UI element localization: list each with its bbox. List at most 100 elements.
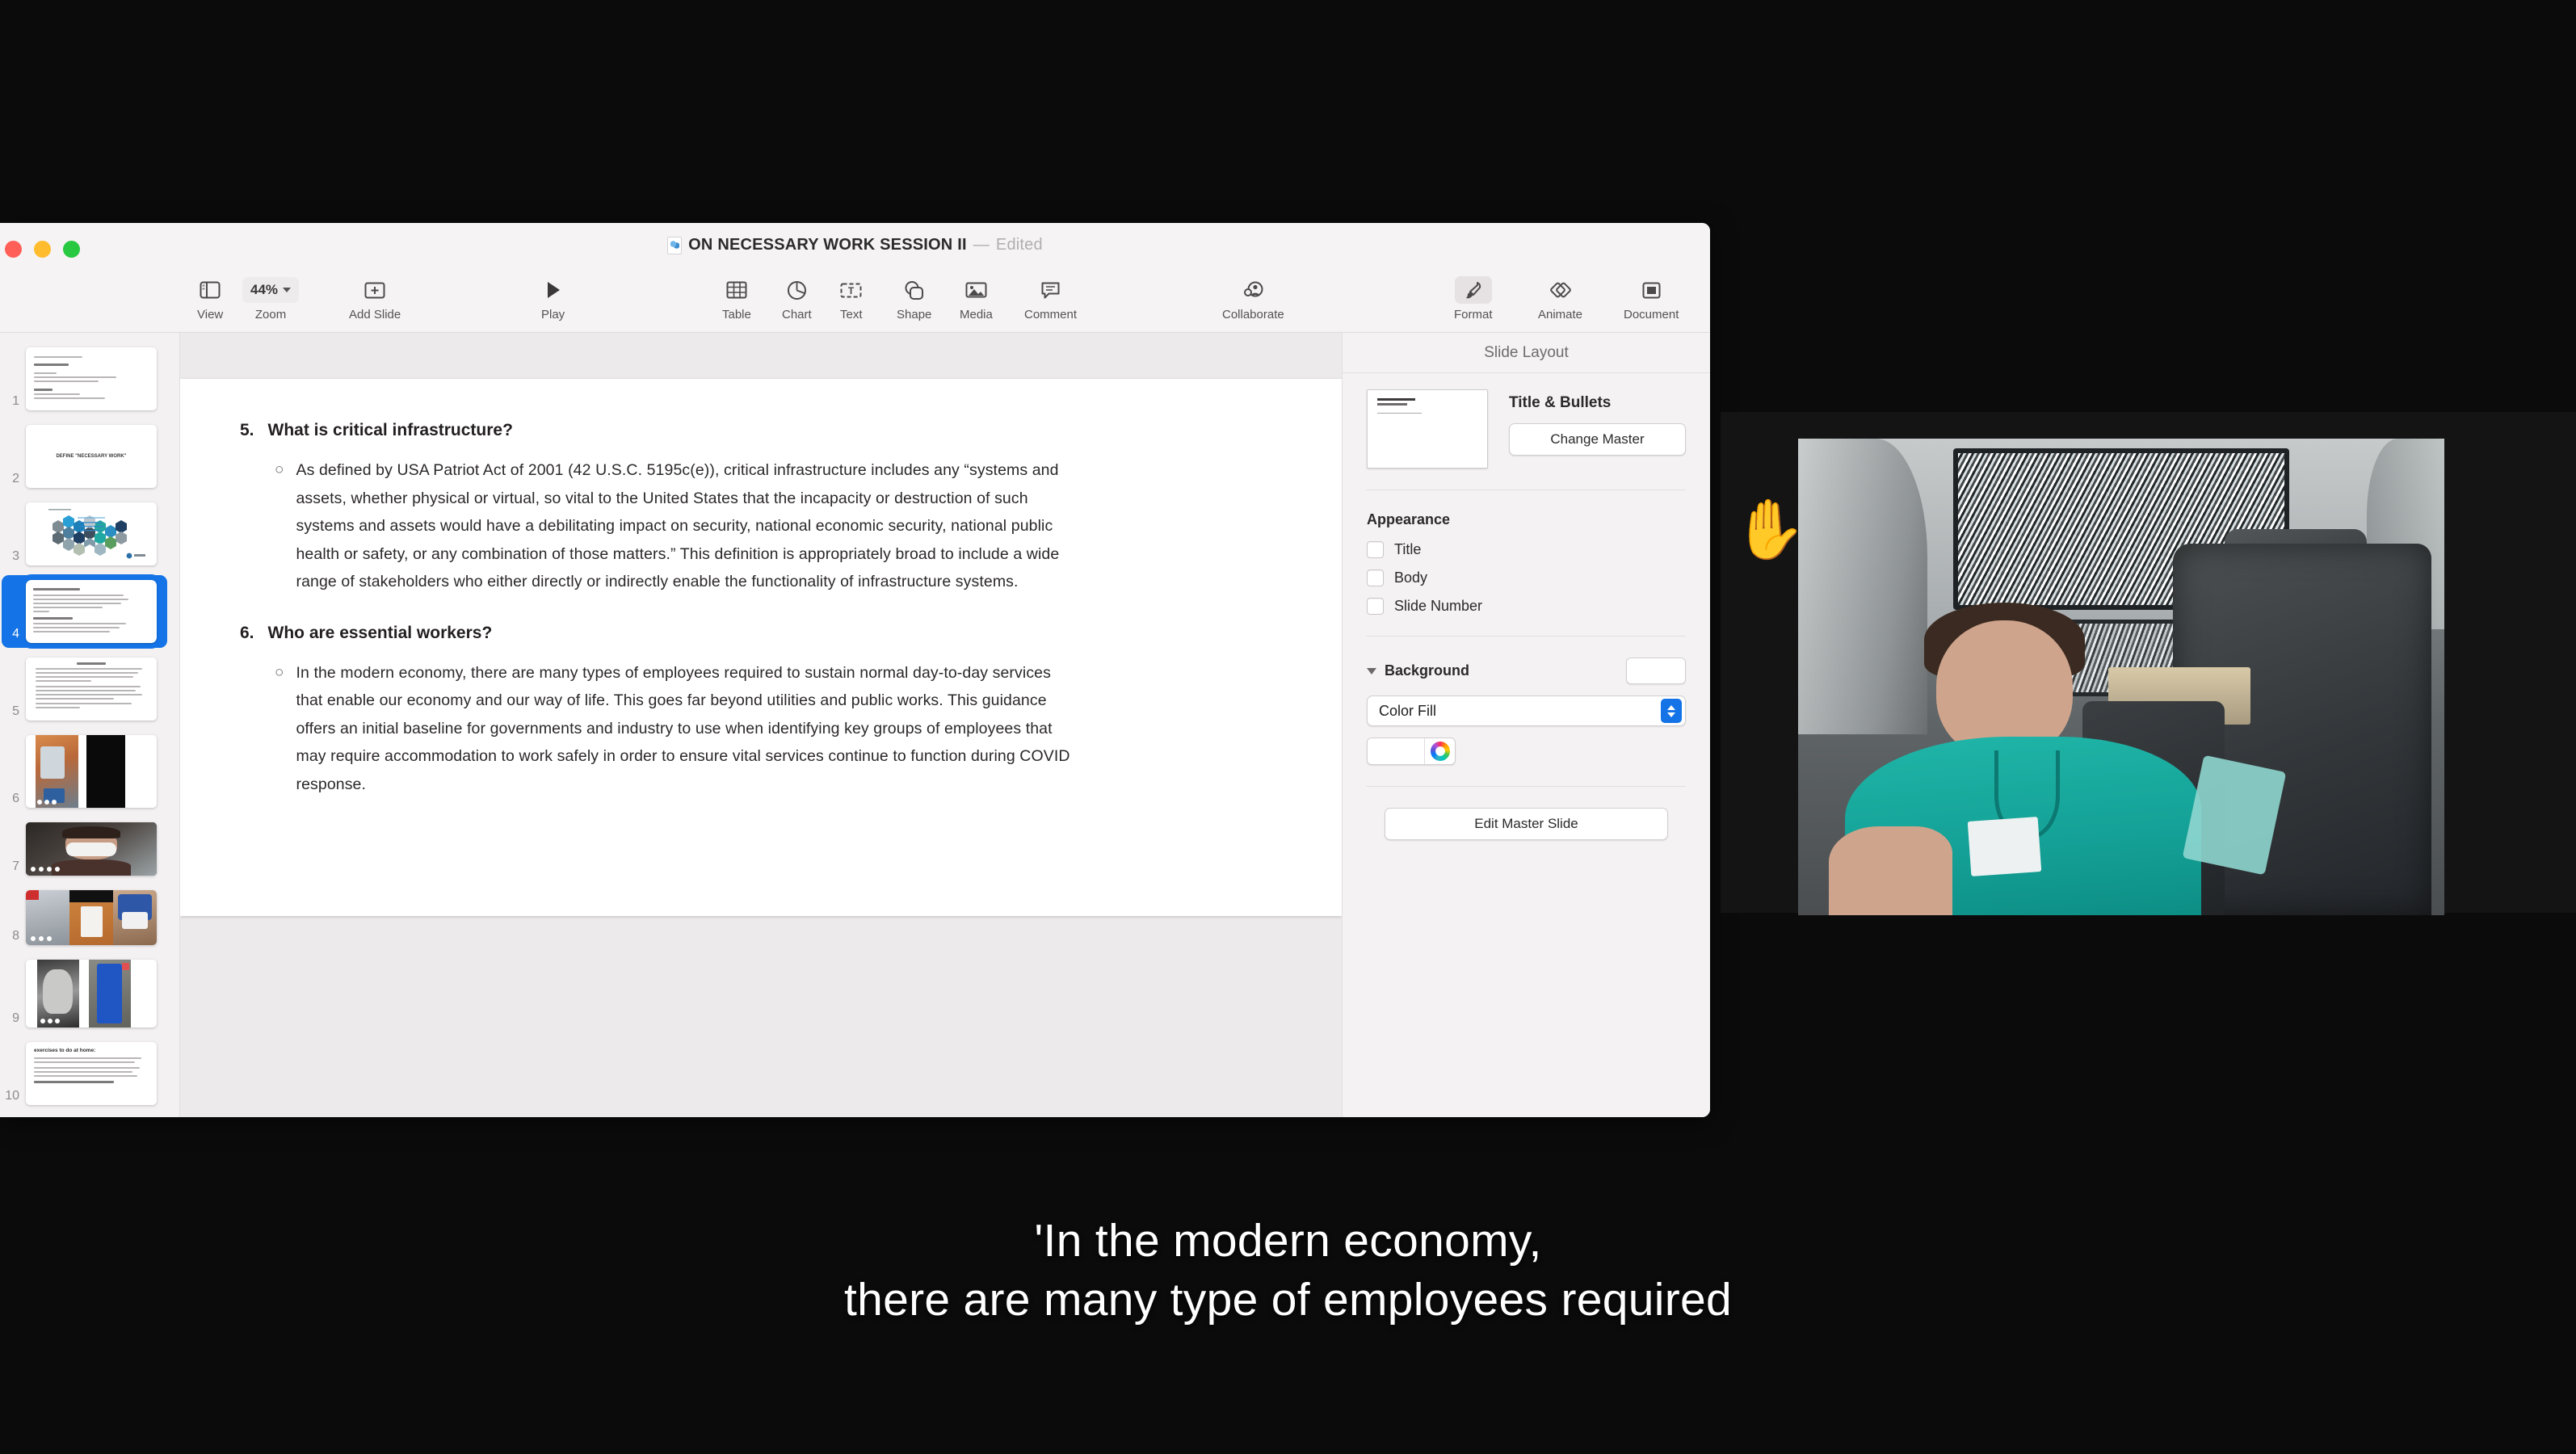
- background-section: Background Color Fill: [1343, 658, 1710, 765]
- stepper-arrows-icon[interactable]: [1661, 699, 1682, 723]
- toolbar-collaborate-button[interactable]: Collaborate: [1222, 276, 1284, 321]
- thumbnail-photo: [36, 735, 78, 808]
- slide-thumbnail-row[interactable]: 10 exercises to do at home:: [0, 1042, 179, 1105]
- checkbox[interactable]: [1367, 541, 1384, 558]
- slide-bullet-row: ○ As defined by USA Patriot Act of 2001 …: [275, 456, 1282, 596]
- toolbar-animate-button[interactable]: Animate: [1538, 276, 1582, 321]
- title-separator: —: [973, 236, 990, 254]
- slide-navigator[interactable]: 1 2 DEFINE "NECESSARY WORK" 3 4 5 6 7 8 …: [0, 333, 180, 1117]
- slide-body-text: In the modern economy, there are many ty…: [296, 663, 1070, 793]
- disclosure-triangle-icon[interactable]: [1367, 667, 1376, 674]
- inspector-title: Slide Layout: [1343, 333, 1710, 373]
- slide-heading-row: 6. Who are essential workers?: [240, 624, 1282, 643]
- change-master-button[interactable]: Change Master: [1509, 423, 1686, 456]
- slide-thumbnail[interactable]: [26, 735, 157, 808]
- edit-master-slide-button[interactable]: Edit Master Slide: [1385, 808, 1668, 840]
- appearance-heading: Appearance: [1367, 511, 1451, 527]
- toolbar-zoom-label: Zoom: [254, 308, 287, 321]
- slide-number: 2: [12, 472, 19, 485]
- window-titlebar: ON NECESSARY WORK SESSION II — Edited: [0, 223, 1710, 271]
- document-title-text: ON NECESSARY WORK SESSION II: [688, 236, 967, 254]
- zoom-pill[interactable]: 44%: [242, 277, 300, 303]
- thumbnail-photo: [89, 960, 131, 1027]
- toolbar-comment-button[interactable]: Comment: [1024, 276, 1077, 321]
- slide-block: 5. What is critical infrastructure? ○ As…: [240, 421, 1282, 596]
- toolbar-shape-button[interactable]: Shape: [897, 276, 931, 321]
- slide-thumbnail[interactable]: [26, 658, 157, 721]
- slide-thumbnail[interactable]: [26, 960, 157, 1027]
- participant-video-tile[interactable]: ✋: [1721, 412, 2576, 915]
- slide-thumbnail-row[interactable]: 2 DEFINE "NECESSARY WORK": [0, 425, 179, 488]
- slide-thumbnail[interactable]: [26, 502, 157, 565]
- appearance-option-title[interactable]: Title: [1367, 541, 1686, 558]
- toolbar-text-button[interactable]: T Text: [840, 276, 863, 321]
- background-color-control[interactable]: [1367, 738, 1456, 765]
- appearance-option-body[interactable]: Body: [1367, 569, 1686, 586]
- slide-thumbnail[interactable]: [26, 347, 157, 410]
- master-preview-thumbnail[interactable]: [1367, 389, 1488, 469]
- toolbar-text-label: Text: [840, 308, 863, 321]
- toolbar-play-button[interactable]: Play: [541, 276, 565, 321]
- color-well[interactable]: [1368, 738, 1424, 764]
- color-wheel-button[interactable]: [1424, 738, 1455, 764]
- format-inspector-panel[interactable]: Slide Layout Title & Bullets Change Mast…: [1342, 333, 1710, 1117]
- slide-thumbnail[interactable]: exercises to do at home:: [26, 1042, 157, 1105]
- screen-share-stage: ON NECESSARY WORK SESSION II — Edited Vi…: [0, 0, 2576, 1454]
- toolbar-chart-button[interactable]: Chart: [782, 276, 812, 321]
- slide-thumbnail-row[interactable]: 1: [0, 347, 179, 410]
- toolbar-table-button[interactable]: Table: [722, 276, 751, 321]
- slide-body-text: As defined by USA Patriot Act of 2001 (4…: [296, 461, 1060, 590]
- slide-thumbnail-row[interactable]: 8: [0, 890, 179, 945]
- main-toolbar: View 44% Zoom Add Slide Play Table Chart…: [0, 271, 1710, 333]
- toolbar-media-button[interactable]: Media: [960, 276, 993, 321]
- appearance-option-slide-number[interactable]: Slide Number: [1367, 598, 1686, 615]
- color-wheel-icon: [1430, 742, 1450, 761]
- caption-line-1: 'In the modern economy,: [1034, 1215, 1542, 1267]
- bullet-marker-icon: ○: [275, 461, 284, 478]
- checkbox-label: Body: [1394, 569, 1428, 586]
- table-grid-icon: [726, 276, 747, 304]
- slide-heading-number: 6.: [240, 623, 254, 642]
- slide-number: 3: [12, 549, 19, 563]
- toolbar-zoom-control[interactable]: 44% Zoom: [242, 276, 300, 321]
- toolbar-document-label: Document: [1624, 308, 1679, 321]
- caption-line-2: there are many type of employees require…: [843, 1273, 1733, 1326]
- slide-number: 9: [12, 1011, 19, 1025]
- slide-thumbnail-row[interactable]: 9: [0, 960, 179, 1027]
- divider: [1367, 786, 1686, 787]
- slide-thumbnail-row[interactable]: 7: [0, 822, 179, 876]
- toolbar-format-button[interactable]: Format: [1454, 276, 1493, 321]
- background-fill-value: Color Fill: [1379, 702, 1437, 719]
- document-title[interactable]: ON NECESSARY WORK SESSION II — Edited: [0, 236, 1710, 254]
- slide-thumbnail-row[interactable]: 5: [0, 658, 179, 721]
- toolbar-document-button[interactable]: Document: [1624, 276, 1679, 321]
- current-slide[interactable]: 5. What is critical infrastructure? ○ As…: [180, 379, 1342, 916]
- slide-thumbnail-row[interactable]: 6: [0, 735, 179, 808]
- slide-number: 8: [12, 929, 19, 943]
- checkbox[interactable]: [1367, 569, 1384, 586]
- background-fill-select[interactable]: Color Fill: [1367, 695, 1686, 726]
- checkbox-label: Title: [1394, 541, 1422, 557]
- toolbar-animate-label: Animate: [1538, 308, 1583, 321]
- diamonds-icon: [1549, 276, 1571, 304]
- toolbar-view-label: View: [197, 308, 224, 321]
- slide-thumbnail[interactable]: [26, 890, 157, 945]
- edited-badge: Edited: [995, 236, 1043, 254]
- slide-bullet-row: ○ In the modern economy, there are many …: [275, 659, 1282, 799]
- toolbar-view-button[interactable]: View: [197, 276, 223, 321]
- slide-number: 5: [12, 704, 19, 718]
- checkbox[interactable]: [1367, 598, 1384, 615]
- slide-thumbnail[interactable]: [20, 574, 162, 649]
- slide-heading-text: Who are essential workers?: [267, 623, 493, 642]
- slide-thumbnail-row[interactable]: 3: [0, 502, 179, 565]
- slide-canvas-area[interactable]: 5. What is critical infrastructure? ○ As…: [180, 333, 1342, 1117]
- slide-thumbnail[interactable]: DEFINE "NECESSARY WORK": [26, 425, 157, 488]
- slide-number: 4: [12, 627, 19, 641]
- toolbar-add-slide-button[interactable]: Add Slide: [349, 276, 401, 321]
- slide-thumbnail-row-selected[interactable]: 4: [0, 574, 179, 649]
- edit-master-section: Edit Master Slide: [1343, 808, 1710, 840]
- toolbar-play-label: Play: [541, 308, 565, 321]
- background-preview-swatch[interactable]: [1626, 658, 1686, 684]
- slide-thumbnail[interactable]: [26, 822, 157, 876]
- toolbar-media-label: Media: [960, 308, 993, 321]
